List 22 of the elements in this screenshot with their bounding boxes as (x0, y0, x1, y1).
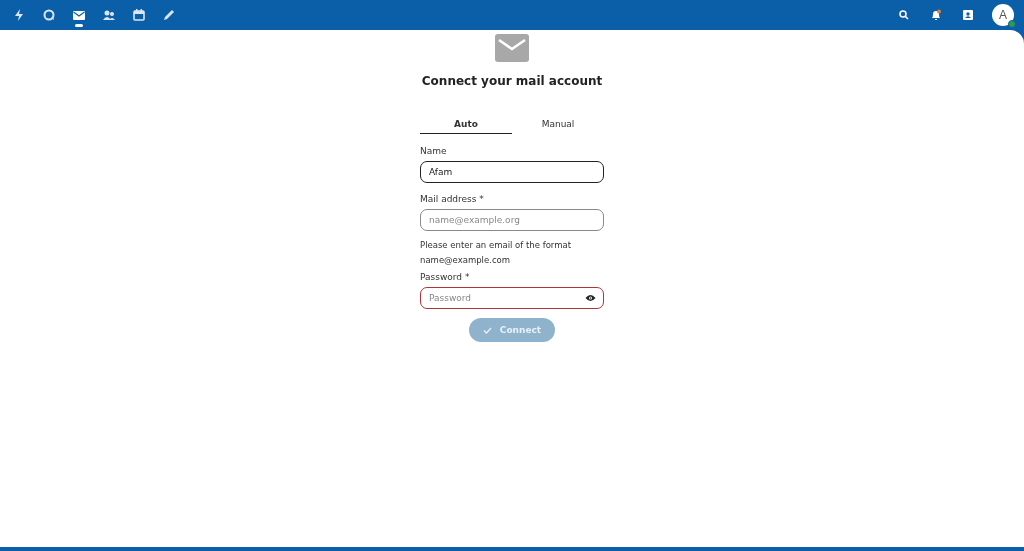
chat-bubble-icon (42, 8, 56, 22)
field-label: Name (420, 146, 448, 156)
user-avatar[interactable]: A (992, 4, 1014, 26)
envelope-icon (72, 8, 86, 22)
search-icon (899, 10, 909, 20)
input-field[interactable]: name@example.org (420, 209, 604, 231)
tab[interactable]: Auto (420, 116, 512, 134)
form-title: Connect your mail account (420, 74, 604, 88)
input-field[interactable]: Password (420, 287, 604, 309)
calendar-icon (132, 8, 146, 22)
tab[interactable]: Manual (512, 116, 604, 134)
people-icon (102, 8, 116, 22)
input-field[interactable]: Afam (420, 161, 604, 183)
validation-hint: Please enter an email of the format name@example.com (420, 239, 572, 267)
eye-icon[interactable] (585, 294, 596, 302)
checkmark-icon (482, 326, 492, 334)
contact-card-icon (962, 9, 974, 21)
field-label: Password * (420, 272, 471, 282)
lightning-icon (12, 8, 26, 22)
envelope-icon (495, 34, 529, 62)
pencil-icon (162, 8, 176, 22)
field-label: Mail address * (420, 194, 485, 204)
